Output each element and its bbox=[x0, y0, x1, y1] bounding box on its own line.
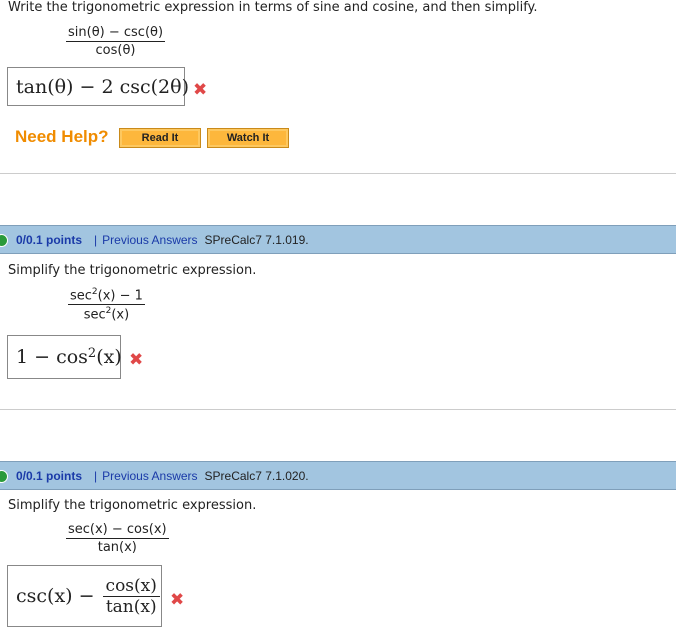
answer-part: (x) bbox=[96, 346, 122, 368]
den-part: sec bbox=[83, 307, 106, 323]
answer-fraction: cos(x) tan(x) bbox=[102, 576, 160, 617]
num-part: sec bbox=[70, 288, 92, 304]
den-part: (x) bbox=[111, 307, 130, 323]
points: 0/0.1 points bbox=[16, 468, 83, 483]
separator: | bbox=[94, 232, 98, 247]
denominator: cos(θ) bbox=[95, 43, 136, 58]
separator: | bbox=[94, 468, 98, 483]
denominator: tan(x) bbox=[97, 540, 137, 555]
answer-box[interactable]: csc(x) − cos(x) tan(x) bbox=[7, 565, 162, 627]
expand-icon[interactable] bbox=[0, 470, 8, 483]
question-header: 0/0.1 points | Previous Answers SPreCalc… bbox=[0, 461, 676, 490]
expression-fraction: sin(θ) − csc(θ) cos(θ) bbox=[66, 25, 166, 58]
answer-box[interactable]: tan(θ) − 2 csc(2θ) bbox=[7, 67, 189, 106]
answer-part: csc(x) − bbox=[16, 585, 95, 607]
incorrect-icon: ✖ bbox=[170, 590, 185, 610]
answer-numerator: cos(x) bbox=[102, 576, 160, 597]
question-prompt: Simplify the trigonometric expression. bbox=[8, 263, 257, 278]
question-ref: SPreCalc7 7.1.020. bbox=[204, 468, 309, 483]
previous-answers-link[interactable]: Previous Answers bbox=[102, 233, 197, 247]
incorrect-icon: ✖ bbox=[129, 350, 144, 370]
watch-it-button[interactable]: Watch It bbox=[207, 128, 289, 148]
previous-answers-link[interactable]: Previous Answers bbox=[102, 469, 197, 483]
expression-fraction: sec2(x) − 1 sec2(x) bbox=[68, 287, 145, 323]
answer-part: 1 − cos bbox=[16, 346, 88, 368]
question-ref: SPreCalc7 7.1.019. bbox=[204, 232, 309, 247]
answer-exponent: 2 bbox=[87, 345, 97, 361]
incorrect-icon: ✖ bbox=[193, 80, 208, 100]
need-help-label: Need Help? bbox=[15, 127, 109, 146]
numerator: sec2(x) − 1 bbox=[68, 287, 145, 306]
question-header: 0/0.1 points | Previous Answers SPreCalc… bbox=[0, 225, 676, 254]
numerator: sec(x) − cos(x) bbox=[66, 522, 169, 539]
answer-denominator: tan(x) bbox=[105, 596, 157, 617]
expand-icon[interactable] bbox=[0, 234, 8, 247]
divider bbox=[0, 409, 676, 410]
question-prompt: Write the trigonometric expression in te… bbox=[8, 0, 538, 15]
expression-fraction: sec(x) − cos(x) tan(x) bbox=[66, 522, 169, 555]
answer-box[interactable]: 1 − cos 2 (x) bbox=[7, 335, 122, 379]
divider bbox=[0, 173, 676, 174]
read-it-button[interactable]: Read It bbox=[119, 128, 201, 148]
question-prompt: Simplify the trigonometric expression. bbox=[8, 498, 257, 513]
denominator: sec2(x) bbox=[68, 305, 145, 322]
num-part: (x) − 1 bbox=[97, 288, 143, 304]
points: 0/0.1 points bbox=[16, 232, 83, 247]
numerator: sin(θ) − csc(θ) bbox=[66, 25, 166, 42]
